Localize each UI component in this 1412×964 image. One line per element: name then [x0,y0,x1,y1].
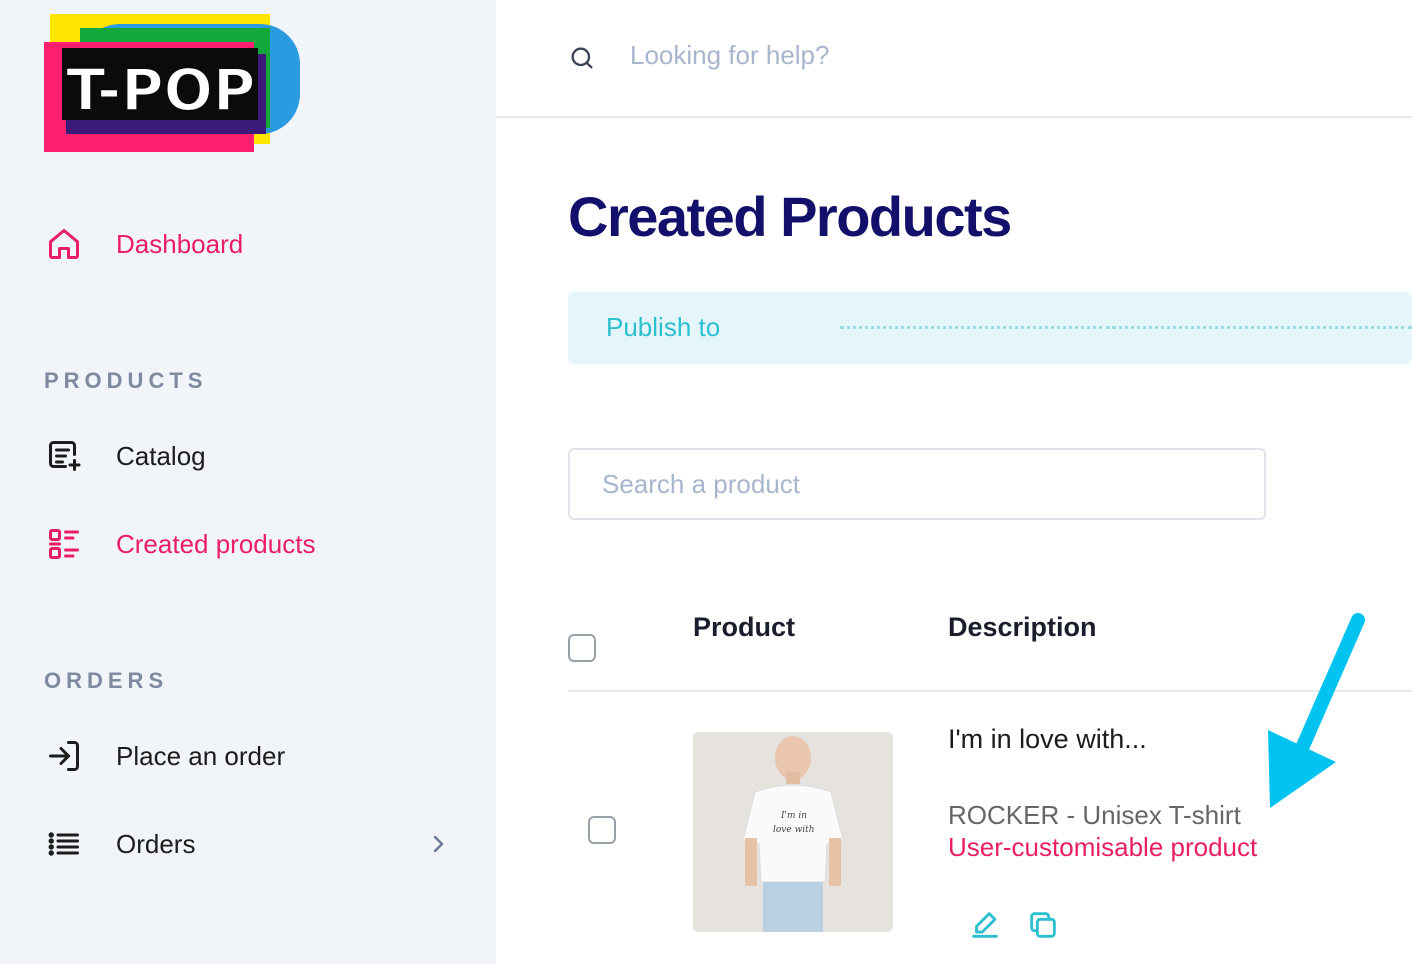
sidebar-item-label: Place an order [116,740,286,771]
help-search-placeholder[interactable]: Looking for help? [630,40,829,71]
annotation-arrow-icon [1268,613,1365,808]
product-thumbnail[interactable]: I'm in love with [693,732,893,932]
section-label-orders: ORDERS [44,668,169,693]
search-icon[interactable] [568,44,596,72]
banner-blurred-text [840,326,1110,334]
banner-blurred-text [1112,326,1412,334]
sidebar-item-label: Dashboard [116,228,244,259]
sidebar-item-label: Catalog [116,440,206,471]
sidebar: T-POP Dashboard PRODUCTS Catalog Created… [0,0,496,964]
list-lines-icon [44,824,84,864]
product-name: I'm in love with... [948,724,1147,754]
row-checkbox[interactable] [588,816,616,844]
edit-pencil-icon[interactable] [968,908,1002,942]
list-icon [44,524,84,564]
product-search-box[interactable] [568,448,1266,520]
column-header-description: Description [948,612,1097,642]
sidebar-item-created-products[interactable]: Created products [44,524,315,564]
top-bar: Looking for help? [496,0,1412,118]
product-type: ROCKER - Unisex T-shirt [948,800,1241,830]
sidebar-item-orders[interactable]: Orders [44,824,195,864]
page-title: Created Products [568,185,1012,248]
column-header-product: Product [693,612,796,642]
login-arrow-icon [44,736,84,776]
duplicate-icon[interactable] [1026,908,1060,942]
logo-text: T-POP [66,56,255,124]
banner-text: Publish to [606,312,721,342]
select-all-checkbox[interactable] [568,634,596,662]
sidebar-item-label: Orders [116,828,196,859]
sidebar-item-catalog[interactable]: Catalog [44,436,206,476]
sidebar-item-label: Created products [116,528,316,559]
sidebar-item-place-order[interactable]: Place an order [44,736,285,776]
shirt-print-line: love with [773,825,815,835]
publish-banner: Publish to [568,292,1412,364]
tshirt-model-image: I'm in love with [693,732,893,932]
product-tag: User-customisable product [948,832,1258,862]
tpop-logo[interactable]: T-POP [40,14,310,154]
shirt-print-line: I'm in [780,811,807,821]
product-search-input[interactable] [570,450,1264,518]
catalog-icon [44,436,84,476]
section-label-products: PRODUCTS [44,368,208,393]
sidebar-item-dashboard[interactable]: Dashboard [44,224,243,264]
main-content: Looking for help? Created Products Publi… [496,0,1412,964]
chevron-right-icon[interactable] [426,832,450,856]
home-icon [44,224,84,264]
